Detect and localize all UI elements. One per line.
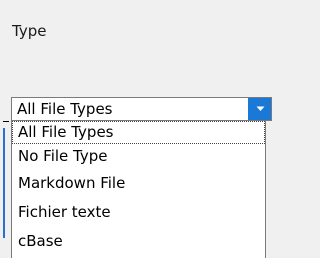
chevron-down-icon	[256, 106, 264, 111]
dropdown-toggle-button[interactable]	[248, 98, 271, 120]
dropdown-option-no-file-type[interactable]: No File Type	[12, 146, 265, 169]
file-type-dropdown-list[interactable]: All File Types No File Type Markdown Fil…	[11, 121, 266, 258]
type-label: Type	[12, 22, 47, 40]
dropdown-option-cbase[interactable]: cBase	[12, 231, 265, 254]
background-mark-blue	[3, 128, 5, 238]
background-mark	[3, 121, 9, 122]
dropdown-option-all-file-types[interactable]: All File Types	[12, 121, 265, 144]
combobox-selected-value: All File Types	[17, 100, 113, 118]
dropdown-option-fichier-texte[interactable]: Fichier texte	[12, 202, 265, 225]
file-type-combobox[interactable]: All File Types	[11, 97, 272, 121]
dropdown-option-markdown-file[interactable]: Markdown File	[12, 173, 265, 196]
